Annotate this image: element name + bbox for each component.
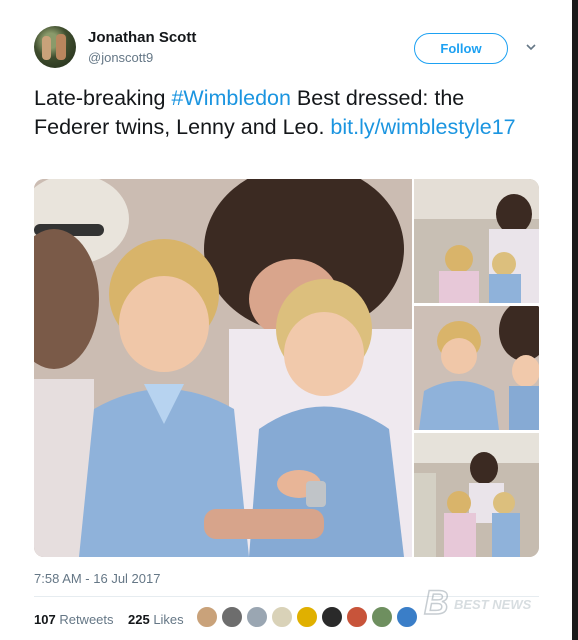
liker-avatar[interactable] xyxy=(321,606,343,628)
liker-avatar[interactable] xyxy=(246,606,268,628)
liker-avatar[interactable] xyxy=(346,606,368,628)
tweet-text-part: Late-breaking xyxy=(34,86,172,110)
retweets-count[interactable]: 107 xyxy=(34,612,56,627)
author-handle[interactable]: @jonscott9 xyxy=(88,50,153,65)
watermark-logo: B BEST NEWS xyxy=(423,583,532,623)
follow-button[interactable]: Follow xyxy=(414,33,508,64)
liker-avatar[interactable] xyxy=(196,606,218,628)
avatar-figure xyxy=(56,34,66,60)
liker-avatar[interactable] xyxy=(221,606,243,628)
avatar-figure xyxy=(42,36,51,60)
tweet-timestamp[interactable]: 7:58 AM - 16 Jul 2017 xyxy=(34,571,160,586)
main-photo[interactable] xyxy=(34,179,412,557)
thumbnail-illustration xyxy=(414,433,539,557)
hashtag-link[interactable]: #Wimbledon xyxy=(171,86,291,110)
tweet-text: Late-breaking #Wimbledon Best dressed: t… xyxy=(34,84,544,142)
likes-label[interactable]: Likes xyxy=(153,612,183,627)
watermark-text: BEST NEWS xyxy=(454,597,532,612)
retweets-label[interactable]: Retweets xyxy=(59,612,113,627)
liker-avatar[interactable] xyxy=(296,606,318,628)
photo-illustration xyxy=(34,179,412,557)
liker-avatar[interactable] xyxy=(371,606,393,628)
photo-thumbnail[interactable] xyxy=(414,179,539,303)
photo-thumbnail[interactable] xyxy=(414,433,539,557)
thumbnail-illustration xyxy=(414,179,539,303)
svg-text:B: B xyxy=(424,584,449,622)
media-grid xyxy=(34,179,539,557)
liker-avatar[interactable] xyxy=(271,606,293,628)
tweet-stats: 107 Retweets 225 Likes xyxy=(34,612,184,627)
liker-avatar[interactable] xyxy=(396,606,418,628)
photo-thumbnail[interactable] xyxy=(414,306,539,430)
author-avatar[interactable] xyxy=(34,26,76,68)
chevron-down-icon[interactable] xyxy=(524,40,538,54)
tweet-card: Jonathan Scott @jonscott9 Follow Late-br… xyxy=(0,0,578,640)
author-name[interactable]: Jonathan Scott xyxy=(88,29,196,46)
thumbnail-illustration xyxy=(414,306,539,430)
url-link[interactable]: bit.ly/wimblestyle17 xyxy=(330,115,515,139)
likes-count[interactable]: 225 xyxy=(128,612,150,627)
